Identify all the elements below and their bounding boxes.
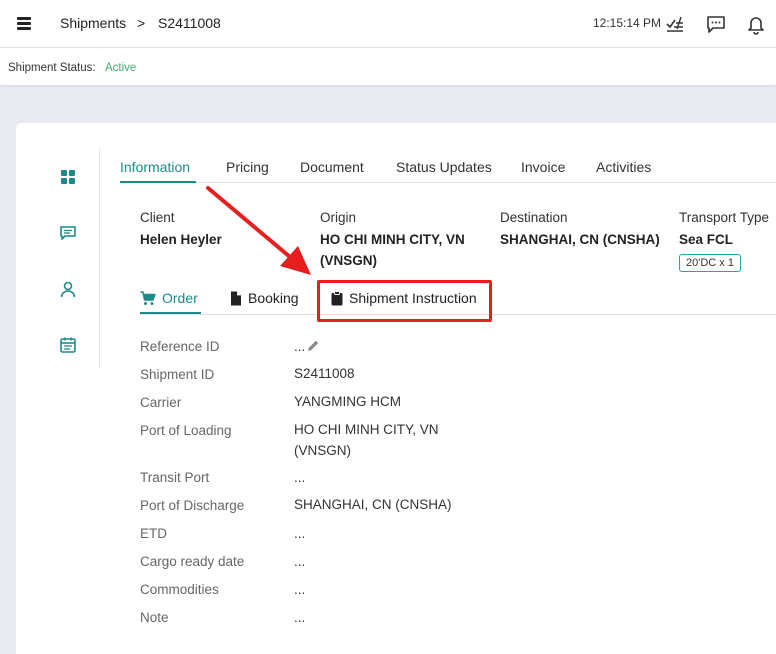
document-icon [231,291,241,305]
hamburger-menu-icon[interactable] [17,16,31,30]
breadcrumb-shipments[interactable]: Shipments [60,15,126,31]
calendar-icon[interactable] [59,336,77,354]
tab-status-updates[interactable]: Status Updates [396,159,492,175]
transport-type-value: Sea FCL [679,232,734,247]
shipment-status-value: Active [105,62,137,74]
subtab-order[interactable]: Order [140,290,198,306]
message-icon[interactable] [705,13,727,35]
cargo-ready-date-label: Cargo ready date [140,554,245,569]
cart-icon [140,290,156,305]
client-value: Helen Heyler [140,232,222,247]
active-tab-indicator [120,181,196,183]
note-label: Note [140,610,169,625]
transit-port-value: ... [294,470,306,485]
clock-time: 12:15:14 PM [593,16,662,30]
shipment-id-value: S2411008 [294,366,355,381]
subtab-booking-label: Booking [248,290,299,306]
reference-id-label: Reference ID [140,339,220,354]
tab-activities[interactable]: Activities [596,159,651,175]
etd-label: ETD [140,526,167,541]
port-of-loading-label: Port of Loading [140,423,232,438]
commodities-value: ... [294,582,306,597]
carrier-label: Carrier [140,395,182,410]
transit-port-label: Transit Port [140,470,210,485]
port-of-discharge-label: Port of Discharge [140,498,245,513]
note-value: ... [294,610,306,625]
dashboard-icon[interactable] [59,168,77,186]
shipment-card [16,123,776,654]
port-of-loading-value-line2: (VNSGN) [294,443,351,458]
notification-bell-icon[interactable] [745,13,767,35]
transport-type-label: Transport Type [679,210,770,225]
commodities-label: Commodities [140,582,219,597]
shipment-id-label: Shipment ID [140,367,215,382]
port-of-loading-value-line1: HO CHI MINH CITY, VN [294,422,439,437]
container-badge: 20'DC x 1 [679,254,741,272]
top-bar: Shipments > S2411008 12:15:14 PM [0,0,776,48]
status-bar: Shipment Status: Active [0,48,776,85]
breadcrumb-current: S2411008 [158,15,221,31]
etd-value: ... [294,526,306,541]
tab-invoice[interactable]: Invoice [521,159,565,175]
user-icon[interactable] [59,280,77,298]
tab-pricing[interactable]: Pricing [226,159,269,175]
tab-information[interactable]: Information [120,159,190,175]
port-of-discharge-value: SHANGHAI, CN (CNSHA) [294,497,452,512]
carrier-value: YANGMING HCM [294,394,401,409]
destination-value: SHANGHAI, CN (CNSHA) [500,232,660,247]
destination-label: Destination [500,210,568,225]
breadcrumb-separator: > [137,15,146,31]
origin-label: Origin [320,210,357,225]
chat-icon[interactable] [59,224,77,242]
cargo-ready-date-value: ... [294,554,306,569]
tab-document[interactable]: Document [300,159,364,175]
active-subtab-indicator [140,312,201,314]
shipment-status-label: Shipment Status: [8,62,96,74]
reference-id-value: ... [294,339,306,354]
client-label: Client [140,210,175,225]
subtab-booking[interactable]: Booking [230,290,299,306]
sidebar-divider [99,147,100,369]
tabs-divider [120,182,776,183]
annotation-highlight-box [317,280,492,322]
origin-value-line2: (VNSGN) [320,253,377,268]
origin-value-line1: HO CHI MINH CITY, VN [320,232,465,247]
checklist-icon[interactable] [664,13,686,35]
subtab-order-label: Order [162,290,198,306]
edit-pencil-icon[interactable] [307,339,320,352]
